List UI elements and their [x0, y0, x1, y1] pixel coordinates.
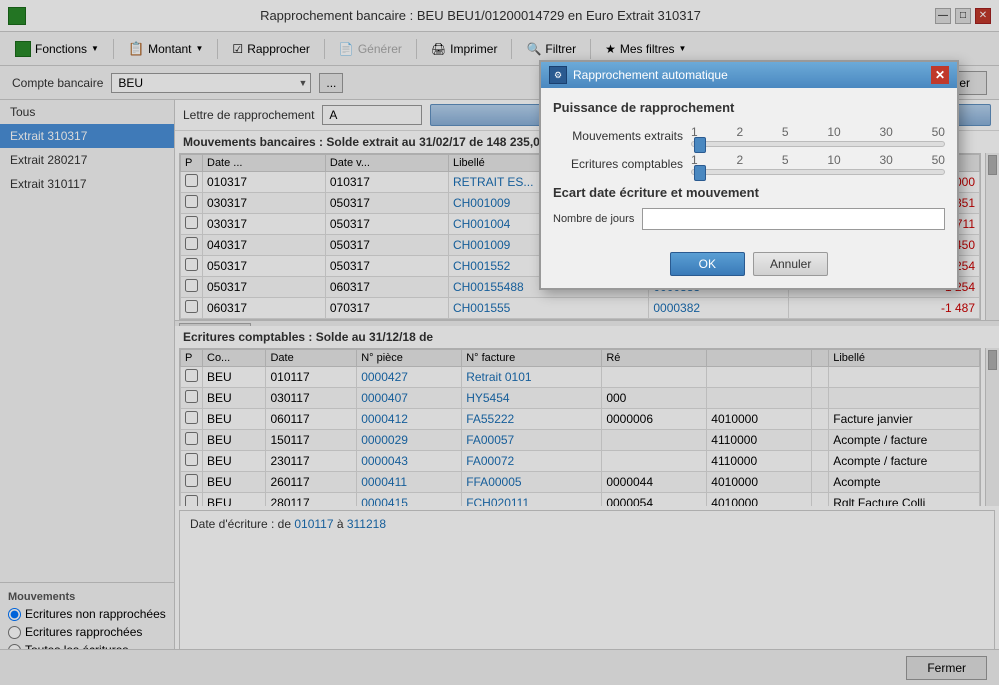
dialog-icon: ⚙ — [549, 66, 567, 84]
rapprochement-dialog: ⚙ Rapprochement automatique ✕ Puissance … — [539, 60, 959, 290]
extraits-slider-container: 1 2 5 10 30 50 — [691, 125, 945, 147]
extraits-slider-track[interactable] — [691, 141, 945, 147]
date-gap-section: Ecart date écriture et mouvement Nombre … — [553, 185, 945, 230]
dialog-title-left: ⚙ Rapprochement automatique — [549, 66, 728, 84]
comptables-ticks: 1 2 5 10 30 50 — [691, 153, 945, 167]
extraits-ticks: 1 2 5 10 30 50 — [691, 125, 945, 139]
power-title: Puissance de rapprochement — [553, 100, 945, 115]
dialog-title-bar: ⚙ Rapprochement automatique ✕ — [541, 62, 957, 88]
comptables-slider-container: 1 2 5 10 30 50 — [691, 153, 945, 175]
dialog-buttons: OK Annuler — [541, 242, 957, 288]
extraits-slider-row: Mouvements extraits 1 2 5 10 30 50 — [553, 125, 945, 147]
dialog-title: Rapprochement automatique — [573, 68, 728, 82]
extraits-label-text: Mouvements extraits — [572, 129, 683, 143]
ok-button[interactable]: OK — [670, 252, 745, 276]
comptables-label: Ecritures comptables — [553, 157, 683, 171]
comptables-slider-row: Ecritures comptables 1 2 5 10 30 50 — [553, 153, 945, 175]
comptables-label-text: Ecritures comptables — [571, 157, 683, 171]
jours-input[interactable] — [642, 208, 945, 230]
dialog-overlay: ⚙ Rapprochement automatique ✕ Puissance … — [0, 0, 999, 685]
jours-label: Nombre de jours — [553, 213, 634, 225]
extraits-label: Mouvements extraits — [553, 129, 683, 143]
comptables-slider-thumb[interactable] — [694, 165, 706, 181]
extraits-slider-thumb[interactable] — [694, 137, 706, 153]
date-gap-title: Ecart date écriture et mouvement — [553, 185, 945, 200]
dialog-close-button[interactable]: ✕ — [931, 66, 949, 84]
comptables-slider-track[interactable] — [691, 169, 945, 175]
annuler-button[interactable]: Annuler — [753, 252, 828, 276]
date-gap-row: Nombre de jours — [553, 208, 945, 230]
dialog-body: Puissance de rapprochement Mouvements ex… — [541, 88, 957, 242]
